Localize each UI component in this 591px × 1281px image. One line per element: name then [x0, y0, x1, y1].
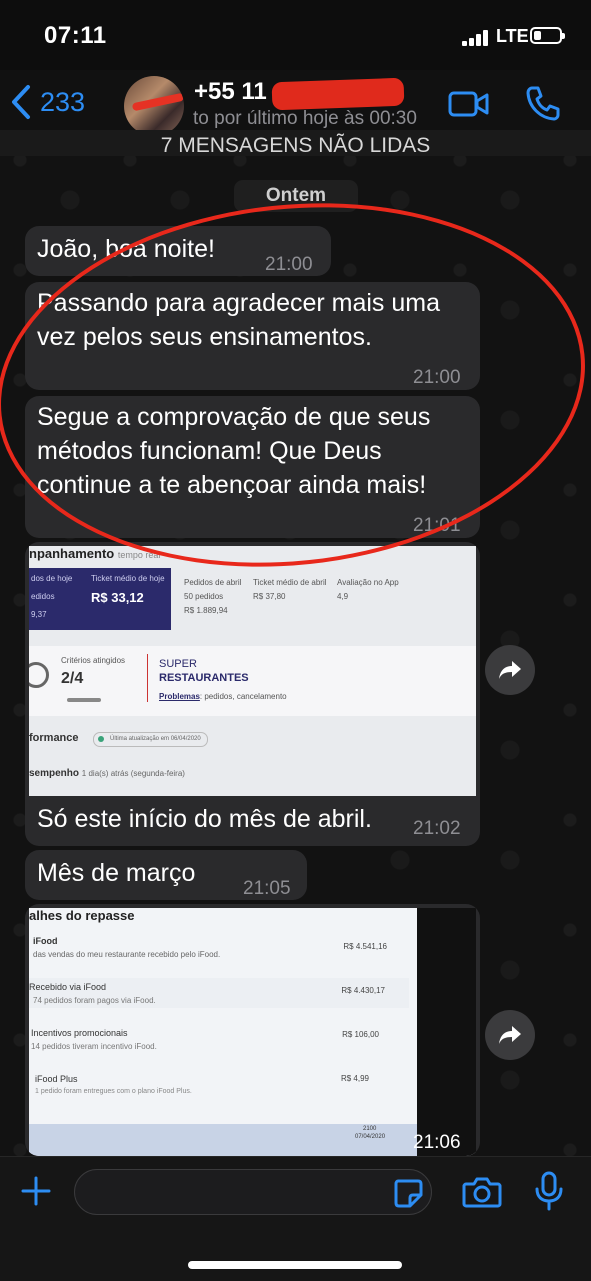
- repasse-row: iFood das vendas do meu restaurante rece…: [29, 936, 409, 966]
- clock: 07:11: [44, 22, 107, 49]
- badge-restaurantes: RESTAURANTES: [159, 672, 249, 684]
- stat-value: R$ 1.889,94: [184, 606, 228, 615]
- row-desc: 14 pedidos tiveram incentivo iFood.: [31, 1042, 157, 1051]
- unread-banner: 7 MENSAGENS NÃO LIDAS: [0, 130, 591, 156]
- message-bubble[interactable]: Mês de março 21:05: [25, 850, 307, 900]
- microphone-icon[interactable]: [534, 1171, 564, 1211]
- problems-label: Problemas: [159, 692, 200, 701]
- stat-label: Ticket médio de hoje: [91, 574, 165, 583]
- input-bar: [0, 1156, 591, 1281]
- image-message[interactable]: alhes do repasse iFood das vendas do meu…: [25, 904, 480, 1156]
- section-title: formance: [29, 732, 79, 744]
- stat-sub: edidos: [31, 592, 55, 601]
- last-seen-status: to por último hoje às 00:30: [193, 108, 417, 129]
- stat-value: R$ 33,12: [91, 590, 144, 605]
- message-text: Só este início do mês de abril.: [37, 805, 372, 833]
- network-label: LTE: [496, 26, 529, 46]
- taskbar-date: 07/04/2020: [355, 1134, 386, 1140]
- screenshot-image[interactable]: npanhamento tempo real dos de hoje edido…: [29, 546, 476, 796]
- stat-label: Critérios atingidos: [61, 656, 126, 665]
- image-title: npanhamento: [29, 546, 115, 561]
- stat-value: 4,9: [337, 592, 349, 601]
- battery-icon: [530, 27, 565, 44]
- section-title: sempenho: [29, 768, 80, 779]
- message-time: 21:06: [413, 1132, 461, 1153]
- image-title: alhes do repasse: [29, 908, 135, 923]
- forward-button[interactable]: [485, 645, 535, 695]
- stat-value: R$ 37,80: [253, 592, 286, 601]
- message-time: 21:01: [413, 515, 461, 536]
- image-message[interactable]: npanhamento tempo real dos de hoje edido…: [25, 542, 480, 846]
- stat-value: 9,37: [31, 610, 47, 619]
- status-bar: 07:11 LTE: [0, 0, 591, 70]
- repasse-row: iFood Plus 1 pedido foram entregues com …: [29, 1070, 409, 1100]
- stat-value: 50 pedidos: [184, 592, 224, 601]
- row-label: iFood Plus: [35, 1074, 78, 1084]
- stat-label: dos de hoje: [31, 574, 73, 583]
- taskbar: 2100 07/04/2020: [29, 1124, 417, 1156]
- sticker-icon[interactable]: [392, 1177, 424, 1209]
- row-desc: 74 pedidos foram pagos via iFood.: [33, 996, 156, 1005]
- message-text: Passando para agradecer mais uma vez pel…: [37, 289, 441, 351]
- chevron-left-icon: [12, 85, 30, 119]
- redaction-mark: [271, 77, 405, 111]
- plus-icon[interactable]: [20, 1175, 52, 1207]
- date-divider: Ontem: [234, 180, 358, 212]
- stat-label: Ticket médio de abril: [253, 578, 327, 587]
- unread-count: 233: [40, 86, 86, 117]
- forward-icon: [499, 1026, 521, 1044]
- row-label: Incentivos promocionais: [31, 1028, 128, 1038]
- message-time: 21:05: [243, 878, 291, 899]
- message-bubble[interactable]: Passando para agradecer mais uma vez pel…: [25, 282, 480, 390]
- screenshot-image[interactable]: alhes do repasse iFood das vendas do meu…: [29, 908, 476, 1156]
- repasse-row: Recebido via iFood 74 pedidos foram pago…: [29, 978, 409, 1008]
- last-update-text: Última atualização em 06/04/2020: [110, 736, 201, 742]
- stat-label: Avaliação no App: [337, 578, 399, 587]
- forward-icon: [499, 661, 521, 679]
- row-desc: das vendas do meu restaurante recebido p…: [33, 950, 221, 959]
- row-value: R$ 4.430,17: [341, 986, 385, 995]
- row-desc: 1 pedido foram entregues com o plano iFo…: [35, 1088, 192, 1095]
- message-time: 21:00: [413, 367, 461, 388]
- phone-call-icon[interactable]: [524, 84, 562, 122]
- back-button[interactable]: 233: [10, 84, 85, 120]
- message-text: Segue a comprovação de que seus métodos …: [37, 403, 431, 499]
- message-time: 21:00: [265, 254, 313, 275]
- message-time: 21:02: [413, 818, 461, 839]
- video-call-icon[interactable]: [448, 90, 490, 118]
- row-label: Recebido via iFood: [29, 982, 107, 992]
- row-value: R$ 106,00: [342, 1030, 379, 1039]
- image-title-suffix: tempo real: [117, 550, 161, 560]
- message-text: Mês de março: [37, 859, 196, 887]
- section-sub: 1 dia(s) atrás (segunda-feira): [81, 769, 185, 778]
- problems-text: : pedidos, cancelamento: [199, 692, 287, 701]
- row-label: iFood: [33, 936, 58, 946]
- message-bubble[interactable]: Segue a comprovação de que seus métodos …: [25, 396, 480, 538]
- message-bubble[interactable]: João, boa noite! 21:00: [25, 226, 331, 276]
- avatar[interactable]: [124, 76, 184, 136]
- stat-value: 2/4: [61, 670, 84, 687]
- signal-icon: [462, 30, 492, 46]
- stat-label: Pedidos de abril: [184, 578, 242, 587]
- message-input[interactable]: [74, 1169, 432, 1215]
- badge-super: SUPER: [159, 658, 197, 670]
- row-value: R$ 4,99: [340, 1074, 369, 1083]
- row-value: R$ 4.541,16: [343, 942, 387, 951]
- camera-icon[interactable]: [462, 1175, 502, 1209]
- forward-button[interactable]: [485, 1010, 535, 1060]
- taskbar-time: 2100: [363, 1126, 377, 1132]
- message-text: João, boa noite!: [37, 235, 215, 263]
- repasse-row: Incentivos promocionais 14 pedidos tiver…: [29, 1024, 409, 1054]
- home-indicator: [188, 1261, 402, 1269]
